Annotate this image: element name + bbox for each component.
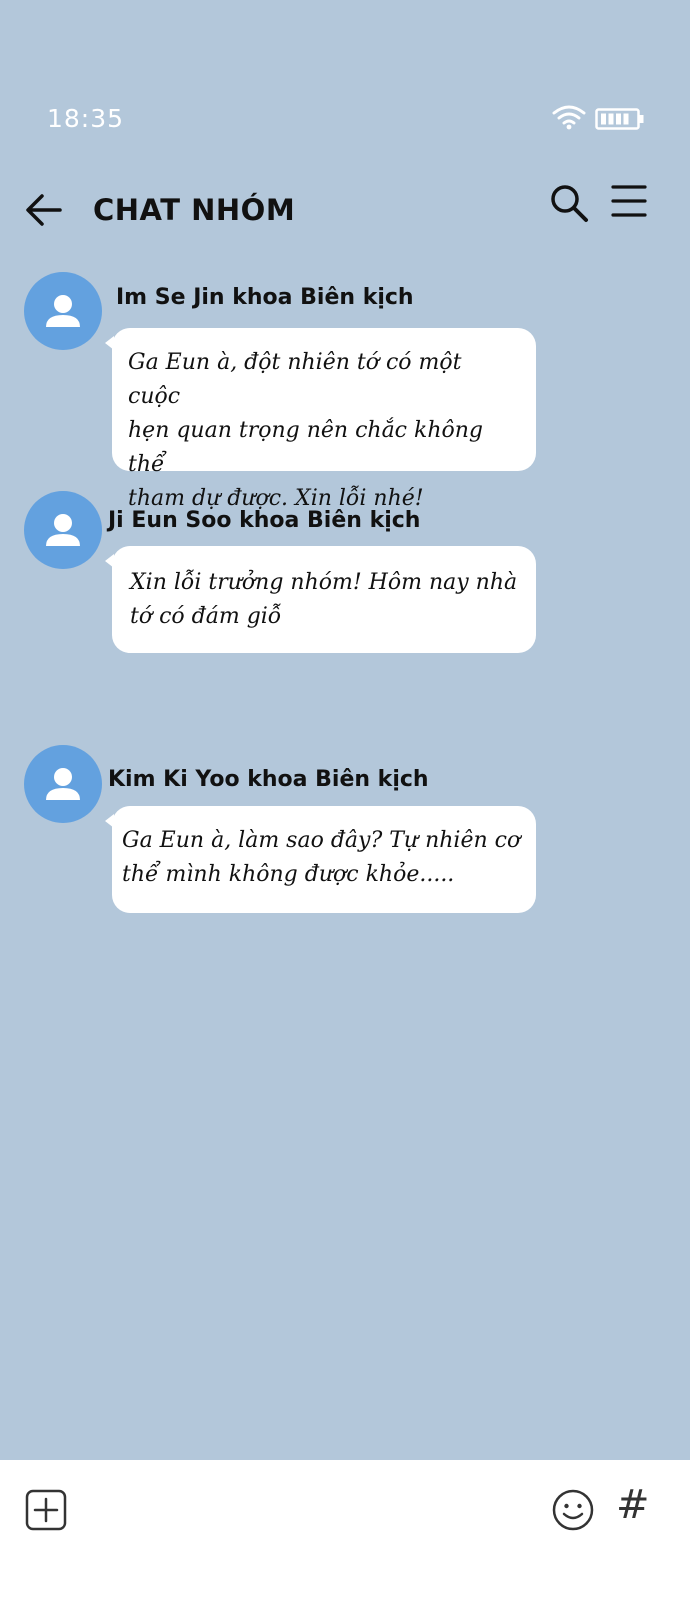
message-line: Ga Eun à, làm sao đây? Tự nhiên cơ — [122, 828, 521, 853]
message-bubble[interactable]: Xin lỗi trưởng nhóm! Hôm nay nhà tớ có đ… — [105, 546, 536, 653]
avatar[interactable] — [24, 272, 102, 350]
wifi-icon — [552, 105, 586, 130]
avatar[interactable] — [24, 745, 102, 823]
sender-name: Im Se Jin khoa Biên kịch — [116, 285, 414, 310]
status-time: 18:35 — [47, 104, 125, 133]
user-icon — [46, 295, 80, 327]
message-line: thể mình không được khỏe..... — [122, 862, 455, 887]
sender-name: Kim Ki Yoo khoa Biên kịch — [108, 767, 429, 792]
page-title: CHAT NHÓM — [93, 193, 296, 227]
user-icon — [46, 514, 80, 546]
message-bubble[interactable]: Ga Eun à, đột nhiên tớ có một cuộc hẹn q… — [105, 328, 536, 511]
search-icon[interactable] — [548, 182, 590, 224]
hashtag-button[interactable]: # — [616, 1482, 650, 1528]
user-icon — [46, 768, 80, 800]
message-line: Ga Eun à, đột nhiên tớ có một cuộc — [128, 350, 462, 409]
avatar[interactable] — [24, 491, 102, 569]
message-line: hẹn quan trọng nên chắc không thể — [128, 418, 483, 477]
hamburger-menu-icon[interactable] — [610, 184, 648, 218]
battery-icon — [595, 108, 644, 130]
message-bubble[interactable]: Ga Eun à, làm sao đây? Tự nhiên cơ thể m… — [105, 806, 536, 913]
plus-square-icon[interactable] — [24, 1488, 68, 1532]
message-line: tớ có đám giỗ — [130, 604, 282, 629]
message-line: Xin lỗi trưởng nhóm! Hôm nay nhà — [130, 570, 518, 595]
sender-name: Ji Eun Soo khoa Biên kịch — [108, 508, 421, 533]
smiley-icon[interactable] — [551, 1488, 595, 1532]
arrow-left-icon[interactable] — [24, 190, 64, 230]
